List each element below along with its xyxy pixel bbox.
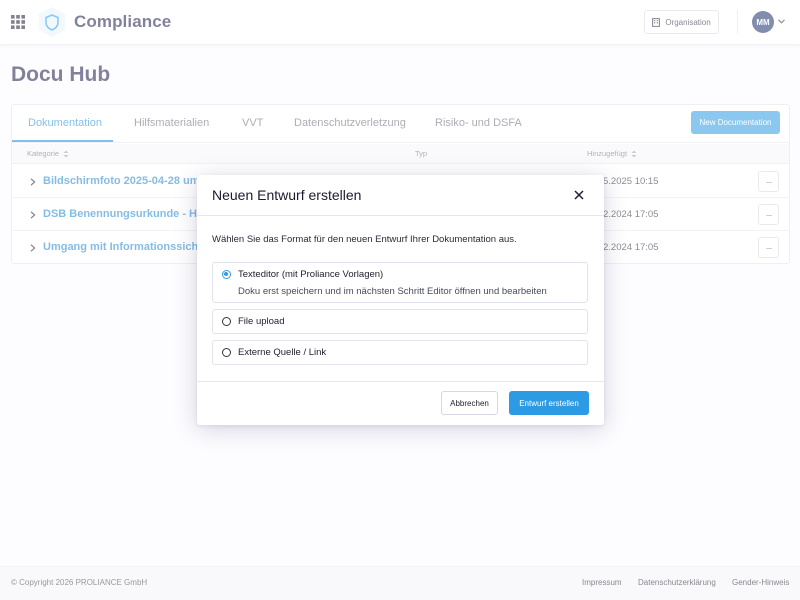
dialog-header: Neuen Entwurf erstellen xyxy=(197,175,604,216)
dialog-title: Neuen Entwurf erstellen xyxy=(212,187,362,203)
create-draft-button[interactable]: Entwurf erstellen xyxy=(509,391,589,415)
cancel-button[interactable]: Abbrechen xyxy=(441,391,498,415)
radio-button[interactable] xyxy=(222,317,231,326)
option-label: File upload xyxy=(238,316,285,327)
option-label: Externe Quelle / Link xyxy=(238,347,327,358)
radio-button[interactable] xyxy=(222,348,231,357)
option-file-upload[interactable]: File upload xyxy=(212,309,588,334)
close-icon[interactable] xyxy=(573,189,585,201)
option-external-link[interactable]: Externe Quelle / Link xyxy=(212,340,588,365)
option-texteditor[interactable]: Texteditor (mit Proliance Vorlagen) Doku… xyxy=(212,262,588,303)
option-sublabel: Doku erst speichern und im nächsten Schr… xyxy=(238,286,547,297)
create-draft-dialog: Neuen Entwurf erstellen Wählen Sie das F… xyxy=(197,175,604,425)
dialog-footer-divider xyxy=(197,381,604,382)
option-label: Texteditor (mit Proliance Vorlagen) xyxy=(238,269,384,280)
radio-button-selected[interactable] xyxy=(222,270,231,279)
dialog-description: Wählen Sie das Format für den neuen Entw… xyxy=(212,234,517,245)
